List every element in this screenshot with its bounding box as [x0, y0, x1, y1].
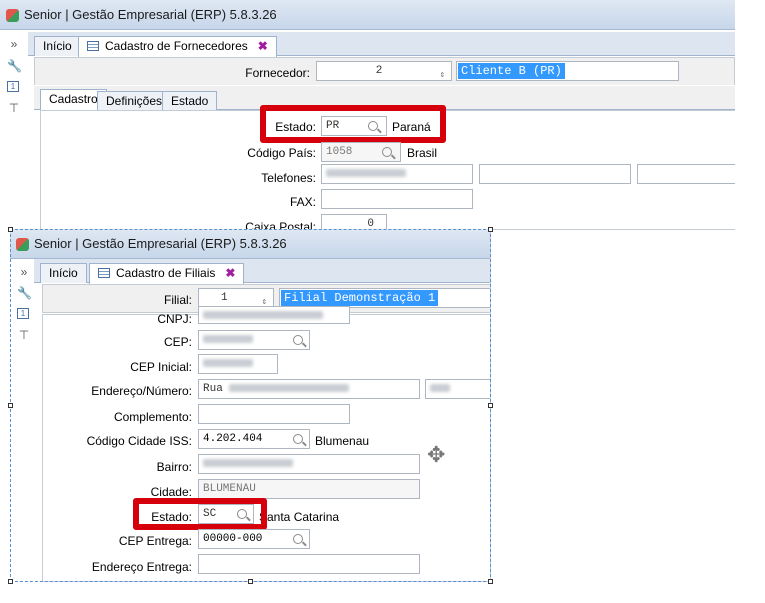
- resize-handle[interactable]: [8, 403, 13, 408]
- redacted-text: [326, 169, 406, 178]
- resize-handle[interactable]: [488, 579, 493, 584]
- pais-name: Brasil: [407, 146, 438, 160]
- form-icon: [87, 41, 99, 51]
- resize-handle[interactable]: [8, 579, 13, 584]
- telefone3-input[interactable]: [637, 164, 735, 184]
- wrench-icon[interactable]: 🔧: [7, 59, 22, 73]
- fornecedor-name-input[interactable]: Cliente B (PR): [456, 61, 679, 81]
- fax-label: FAX:: [289, 195, 316, 209]
- subtab-definicoes[interactable]: Definições: [97, 91, 172, 110]
- telefone1-input[interactable]: [321, 164, 473, 184]
- estado-highlight-box: [260, 105, 446, 143]
- chevrons-icon[interactable]: »: [7, 37, 21, 51]
- fornecedor-label: Fornecedor:: [245, 66, 310, 80]
- subtab-estado[interactable]: Estado: [162, 91, 218, 110]
- resize-handle[interactable]: [8, 227, 13, 232]
- window-fornecedores: Senior | Gestão Empresarial (ERP) 5.8.3.…: [0, 0, 735, 234]
- window-title: Senior | Gestão Empresarial (ERP) 5.8.3.…: [24, 7, 277, 22]
- resize-handle[interactable]: [248, 579, 253, 584]
- left-toolbar: » 🔧 1 ⊤: [0, 31, 26, 230]
- pais-input[interactable]: 1058: [321, 142, 401, 162]
- tab-cadastro-fornecedores[interactable]: Cadastro de Fornecedores ✖: [78, 36, 277, 57]
- tab-home[interactable]: Início: [34, 36, 81, 56]
- app-logo-icon: [6, 9, 19, 22]
- title-bar[interactable]: Senior | Gestão Empresarial (ERP) 5.8.3.…: [0, 0, 735, 30]
- fornecedor-code-input[interactable]: 2 ⇕: [316, 61, 452, 81]
- resize-handle[interactable]: [488, 227, 493, 232]
- window-icon[interactable]: 1: [7, 81, 19, 92]
- telefone2-input[interactable]: [479, 164, 631, 184]
- close-tab-icon[interactable]: ✖: [258, 39, 268, 53]
- pais-label: Código País:: [247, 146, 316, 160]
- magnifier-icon[interactable]: [382, 147, 392, 157]
- filter-icon[interactable]: ⊤: [7, 101, 21, 115]
- fax-input[interactable]: [321, 189, 473, 209]
- fornecedor-name-selection: Cliente B (PR): [458, 63, 565, 79]
- tab-bar: Início Cadastro de Fornecedores ✖: [28, 32, 735, 57]
- resize-handle[interactable]: [488, 403, 493, 408]
- telefones-label: Telefones:: [261, 171, 316, 185]
- spinner-icon[interactable]: ⇕: [440, 66, 445, 84]
- selection-frame: [10, 229, 491, 582]
